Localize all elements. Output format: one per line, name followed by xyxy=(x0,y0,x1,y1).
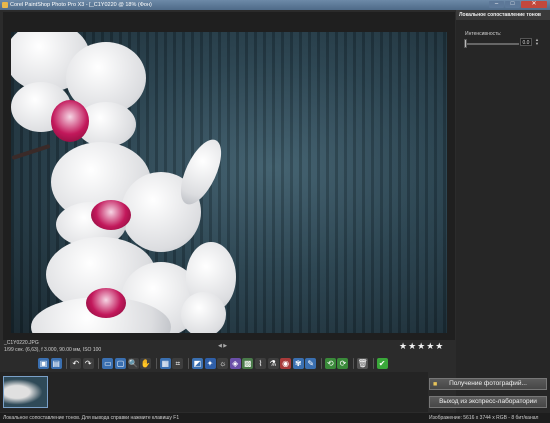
toolbar-separator xyxy=(66,357,68,369)
retouch-icon[interactable]: ✎ xyxy=(305,357,317,369)
orchid-petal xyxy=(172,133,230,211)
crop-icon[interactable]: ⌗ xyxy=(172,357,184,369)
toolbar-separator xyxy=(155,357,157,369)
intensity-label: Интенсивность: xyxy=(465,31,502,37)
brightness-icon[interactable]: ☼ xyxy=(217,357,229,369)
edit-toolbar: ▣ ▤ ↶ ↷ ▭ ▢ 🔍 ✋ ▦ ⌗ ◩ ✦ ☼ ◈ ▩ ⌇ ⚗ ◉ ✾ ✎ ⟲ ⟳ 🗑 ✔ xyxy=(38,356,389,370)
panel-title: Локальное сопоставление тонов xyxy=(456,10,550,20)
accept-icon[interactable]: ✔ xyxy=(376,357,388,369)
spin-down-icon[interactable]: ▼ xyxy=(534,42,540,46)
intensity-slider-track[interactable] xyxy=(466,43,519,45)
close-button[interactable]: ✕ xyxy=(521,1,547,8)
delete-icon[interactable]: 🗑 xyxy=(357,357,369,369)
app-icon xyxy=(2,2,8,8)
actual-size-icon[interactable]: ▢ xyxy=(114,357,126,369)
exit-express-lab-button[interactable]: Выход из экспресс-лаборатории xyxy=(429,396,547,408)
pan-icon[interactable]: ✋ xyxy=(140,357,152,369)
get-photos-label: Получение фотографий... xyxy=(449,380,527,387)
sharpen-icon[interactable]: ⚗ xyxy=(267,357,279,369)
clarity-icon[interactable]: ⌇ xyxy=(254,357,266,369)
save-as-icon[interactable]: ▤ xyxy=(50,357,62,369)
image-nav-arrows[interactable]: ◀ ▶ xyxy=(218,343,227,349)
maximize-button[interactable]: □ xyxy=(505,1,520,8)
image-exif: 1/99 сек. (6,63), f 3.000, 90.00 мм, ISO… xyxy=(4,347,102,353)
auto-fix-icon[interactable]: ✦ xyxy=(204,357,216,369)
toolbar-separator xyxy=(372,357,374,369)
local-tone-mapping-panel: Локальное сопоставление тонов Интенсивно… xyxy=(456,10,550,413)
status-image-info: Изображение: 5616 x 3744 x RGB - 8 бит/к… xyxy=(429,415,539,421)
rating-stars[interactable]: ★★★★★ xyxy=(399,341,444,352)
fit-icon[interactable]: ▭ xyxy=(102,357,114,369)
status-help-text: Локальное сопоставление тонов. Для вывод… xyxy=(3,415,180,421)
orchid-stem xyxy=(11,143,51,161)
toolbar-separator xyxy=(320,357,322,369)
title-bar: Corel PaintShop Photo Pro X3 - [_C1Y0220… xyxy=(0,0,550,10)
toolbar-separator xyxy=(353,357,355,369)
orchid-lip xyxy=(91,200,131,230)
zoom-icon[interactable]: 🔍 xyxy=(127,357,139,369)
makeover-icon[interactable]: ✾ xyxy=(292,357,304,369)
window-title: Corel PaintShop Photo Pro X3 - [_C1Y0220… xyxy=(10,2,152,8)
rotate-left-icon[interactable]: ⟲ xyxy=(324,357,336,369)
undo-icon[interactable]: ↶ xyxy=(70,357,82,369)
straighten-icon[interactable]: ◩ xyxy=(191,357,203,369)
filmstrip-thumbnail[interactable] xyxy=(3,376,48,408)
save-icon[interactable]: ▣ xyxy=(38,357,49,369)
image-viewer xyxy=(3,12,455,340)
folder-icon: ■ xyxy=(433,381,438,388)
image-filename: _C1Y0220.JPG xyxy=(4,340,39,346)
minimize-button[interactable]: – xyxy=(489,1,504,8)
orchid-lip xyxy=(86,288,126,318)
toolbar-separator xyxy=(187,357,189,369)
filmstrip xyxy=(0,372,428,412)
intensity-value-field[interactable]: 0.0 xyxy=(520,38,532,46)
orchid-lip xyxy=(51,100,89,142)
exit-express-lab-label: Выход из экспресс-лаборатории xyxy=(439,398,537,405)
red-eye-icon[interactable]: ◉ xyxy=(280,357,292,369)
orchid-petal xyxy=(181,292,226,333)
get-photos-button[interactable]: ■ Получение фотографий... xyxy=(429,378,547,390)
compare-icon[interactable]: ▦ xyxy=(159,357,171,369)
white-balance-icon[interactable]: ◈ xyxy=(229,357,241,369)
rotate-right-icon[interactable]: ⟳ xyxy=(337,357,349,369)
noise-icon[interactable]: ▩ xyxy=(242,357,254,369)
photo-canvas[interactable] xyxy=(11,32,447,333)
toolbar-separator xyxy=(98,357,100,369)
status-bar: Локальное сопоставление тонов. Для вывод… xyxy=(0,413,550,423)
intensity-slider-thumb[interactable] xyxy=(464,39,467,48)
redo-icon[interactable]: ↷ xyxy=(82,357,94,369)
